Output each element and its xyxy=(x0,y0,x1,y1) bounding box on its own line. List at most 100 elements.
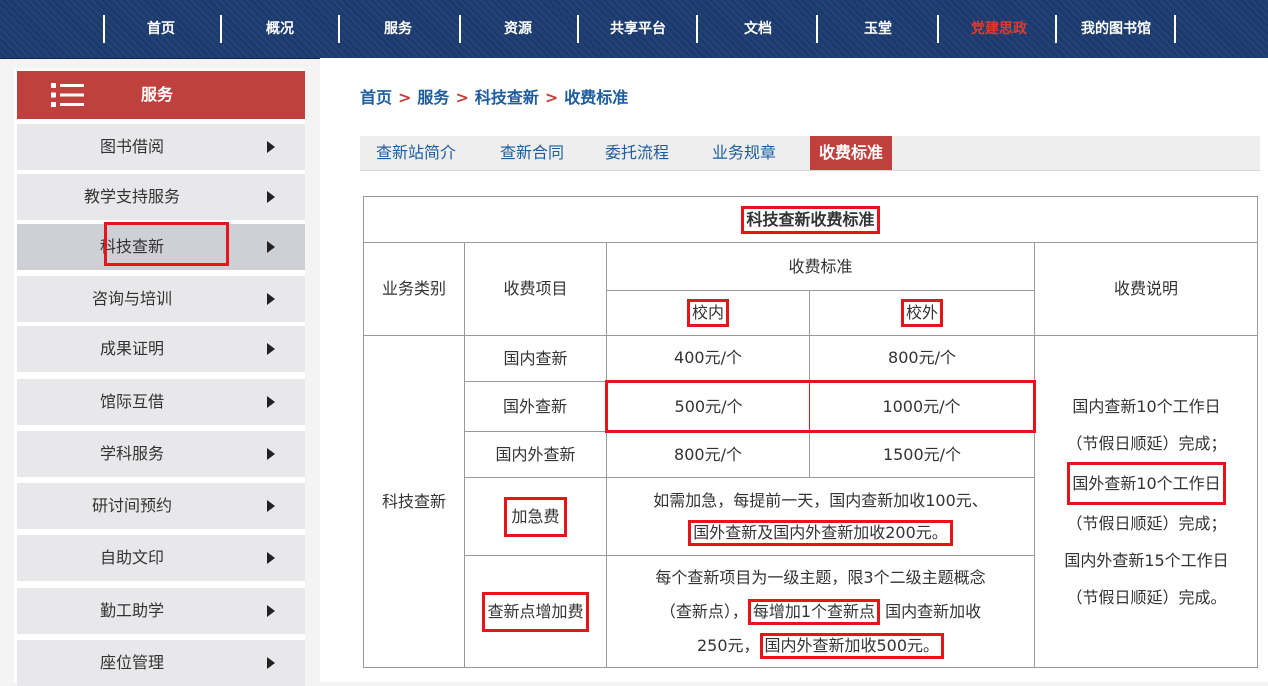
sidebar-header: 服务 xyxy=(17,71,305,119)
extra-points-highlight: 每增加1个查新点 xyxy=(747,598,881,625)
breadcrumb-separator: > xyxy=(544,88,559,107)
breadcrumb-link-home[interactable]: 首页 xyxy=(360,88,392,107)
tab-regulations[interactable]: 业务规章 xyxy=(712,136,776,170)
extra-points-desc-cell: 每个查新项目为一级主题，限3个二级主题概念 （查新点）， 每增加1个查新点 国内查… xyxy=(606,555,1035,668)
extra-points-text: 国内查新加收 xyxy=(885,601,982,621)
nav-separator xyxy=(696,15,698,43)
tab-station-intro[interactable]: 查新站简介 xyxy=(376,136,456,170)
urgent-desc-cell: 如需加急，每提前一天，国内查新加收100元、 国外查新及国内外查新加收200元。 xyxy=(606,477,1035,556)
sidebar-item-label: 自助文印 xyxy=(99,548,164,567)
caret-right-icon xyxy=(267,343,275,355)
tab-contract[interactable]: 查新合同 xyxy=(500,136,564,170)
tab-bar: 查新站简介 查新合同 委托流程 业务规章 收费标准 xyxy=(360,136,1260,171)
urgent-desc-line: 国外查新及国内外查新加收200元。 xyxy=(607,517,1034,549)
row-internal-fee: 500元/个 xyxy=(605,380,810,433)
sidebar-item-label: 座位管理 xyxy=(99,653,164,672)
extra-points-line: （查新点）， 每增加1个查新点 国内查新加收 xyxy=(607,595,1034,629)
note-line: （节假日顺延）完成； xyxy=(1066,513,1227,533)
caret-right-icon xyxy=(267,241,275,253)
header-internal: 校内 xyxy=(686,299,729,327)
row-item: 国内查新 xyxy=(464,335,607,382)
extra-points-text: 250元， xyxy=(696,635,760,655)
caret-right-icon xyxy=(267,552,275,564)
header-internal-cell: 校内 xyxy=(606,290,810,336)
extra-points-item-cell: 查新点增加费 xyxy=(464,555,607,668)
sidebar-item-label: 研讨间预约 xyxy=(91,496,172,515)
extra-points-line: 250元， 国内外查新加收500元。 xyxy=(607,629,1034,663)
note-line: 国内查新10个工作日 xyxy=(1072,396,1221,416)
urgent-desc-highlight: 国外查新及国内外查新加收200元。 xyxy=(688,519,953,546)
nav-separator xyxy=(816,15,818,43)
nav-item-services[interactable]: 服务 xyxy=(350,0,446,58)
row-item: 国外查新 xyxy=(464,381,607,432)
sidebar-item-book-borrowing[interactable]: 图书借阅 xyxy=(17,124,305,170)
caret-right-icon xyxy=(267,448,275,460)
caret-right-icon xyxy=(267,141,275,153)
breadcrumb-separator: > xyxy=(455,88,469,107)
nav-separator xyxy=(103,15,105,43)
breadcrumb-link-novelty-search[interactable]: 科技查新 xyxy=(475,88,539,107)
sidebar-item-seminar-room-booking[interactable]: 研讨间预约 xyxy=(17,483,305,529)
note-line: 国内外查新15个工作日 xyxy=(1064,550,1229,570)
top-nav: 首页 概况 服务 资源 共享平台 文档 玉堂 党建思政 我的图书馆 xyxy=(0,0,1268,59)
header-category: 业务类别 xyxy=(363,242,465,336)
sidebar-item-self-service-printing[interactable]: 自助文印 xyxy=(17,535,305,581)
sidebar-item-achievement-certificate[interactable]: 成果证明 xyxy=(17,326,305,372)
sidebar-item-novelty-search[interactable]: 科技查新 xyxy=(17,224,305,270)
sidebar-title: 服务 xyxy=(141,85,174,104)
caret-right-icon xyxy=(267,191,275,203)
extra-points-text: （查新点）， xyxy=(659,601,748,621)
notes-cell: 国内查新10个工作日 （节假日顺延）完成； 国外查新10个工作日 （节假日顺延）… xyxy=(1034,335,1258,668)
caret-right-icon xyxy=(267,396,275,408)
header-external-cell: 校外 xyxy=(809,290,1035,336)
nav-separator xyxy=(338,15,340,43)
nav-item-sharing-platform[interactable]: 共享平台 xyxy=(590,0,686,58)
tab-commission-process[interactable]: 委托流程 xyxy=(605,136,669,170)
fee-standard-table: 科技查新收费标准 业务类别 收费项目 收费标准 收费说明 校内 校外 科技查新 … xyxy=(363,196,1258,668)
caret-right-icon xyxy=(267,500,275,512)
sidebar-item-label: 学科服务 xyxy=(99,444,164,463)
sidebar-item-interlibrary-loan[interactable]: 馆际互借 xyxy=(17,379,305,425)
caret-right-icon xyxy=(267,605,275,617)
nav-item-resources[interactable]: 资源 xyxy=(470,0,566,58)
nav-separator xyxy=(459,15,461,43)
table-header-row: 业务类别 收费项目 收费标准 收费说明 xyxy=(363,242,1258,336)
extra-points-highlight: 国内外查新加收500元。 xyxy=(759,632,945,659)
sidebar-item-label: 教学支持服务 xyxy=(83,187,180,206)
sidebar-item-teaching-support[interactable]: 教学支持服务 xyxy=(17,174,305,220)
sidebar-item-seat-management[interactable]: 座位管理 xyxy=(17,640,305,686)
sidebar-item-label: 科技查新 xyxy=(99,237,164,256)
sidebar-item-consulting-training[interactable]: 咨询与培训 xyxy=(17,276,305,322)
nav-item-party-building[interactable]: 党建思政 xyxy=(951,0,1047,58)
row-external-fee: 1500元/个 xyxy=(809,431,1035,478)
sidebar-item-work-study[interactable]: 勤工助学 xyxy=(17,588,305,634)
row-item: 国内外查新 xyxy=(464,431,607,478)
urgent-item: 加急费 xyxy=(504,496,567,537)
caret-right-icon xyxy=(267,293,275,305)
breadcrumb: 首页 > 服务 > 科技查新 > 收费标准 xyxy=(360,84,628,108)
table-caption: 科技查新收费标准 xyxy=(741,205,880,234)
table-row: 科技查新 国内查新 400元/个 800元/个 国内查新10个工作日 （节假日顺… xyxy=(363,335,1258,668)
header-item: 收费项目 xyxy=(464,242,607,336)
nav-item-documents[interactable]: 文档 xyxy=(710,0,806,58)
row-internal-fee: 400元/个 xyxy=(606,335,810,382)
breadcrumb-link-services[interactable]: 服务 xyxy=(417,88,449,107)
breadcrumb-current: 收费标准 xyxy=(564,88,629,107)
tab-fee-standard[interactable]: 收费标准 xyxy=(810,136,893,170)
nav-item-yutang[interactable]: 玉堂 xyxy=(830,0,926,58)
urgent-desc-line: 如需加急，每提前一天，国内查新加收100元、 xyxy=(653,490,988,510)
sidebar: 服务 图书借阅 教学支持服务 科技查新 咨询与培训 成果证明 馆际互借 学科服务… xyxy=(14,68,305,686)
row-external-fee: 1000元/个 xyxy=(809,380,1036,433)
note-line: （节假日顺延）完成； xyxy=(1066,433,1227,453)
sidebar-item-label: 图书借阅 xyxy=(99,137,164,156)
sidebar-item-subject-services[interactable]: 学科服务 xyxy=(17,431,305,477)
nav-item-overview[interactable]: 概况 xyxy=(232,0,328,58)
nav-item-home[interactable]: 首页 xyxy=(113,0,209,58)
nav-separator xyxy=(577,15,579,43)
nav-separator xyxy=(1174,15,1176,43)
urgent-item-cell: 加急费 xyxy=(464,477,607,556)
nav-item-my-library[interactable]: 我的图书馆 xyxy=(1066,0,1166,58)
header-notes: 收费说明 xyxy=(1034,242,1258,336)
nav-separator xyxy=(1055,15,1057,43)
list-menu-icon xyxy=(51,83,84,107)
